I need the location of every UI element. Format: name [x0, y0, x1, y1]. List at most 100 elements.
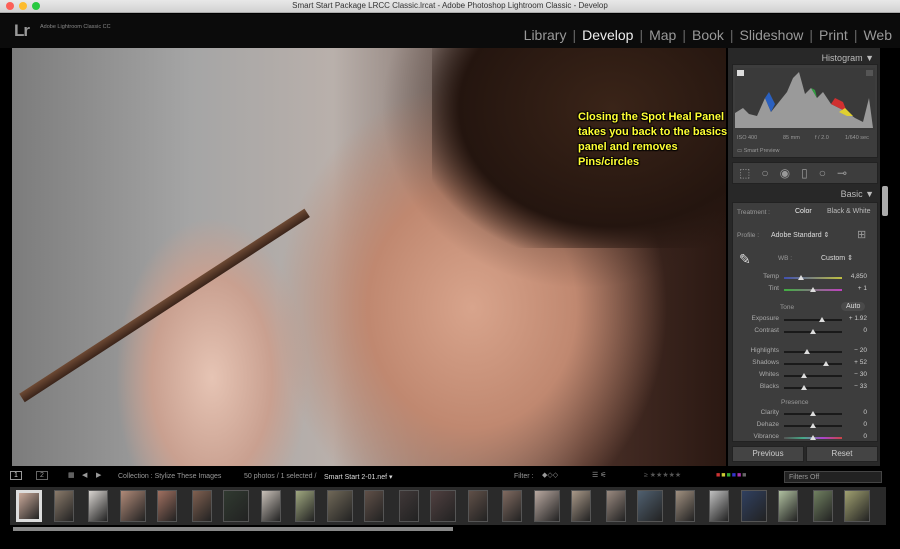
- wb-eyedropper-icon[interactable]: ✎: [739, 251, 751, 268]
- slider-thumb[interactable]: [810, 329, 816, 334]
- lightroom-logo: Lr: [14, 21, 30, 40]
- right-panel-scrollbar[interactable]: [882, 186, 888, 216]
- filmstrip-thumbnail[interactable]: [326, 490, 353, 522]
- slider-highlights[interactable]: [784, 349, 842, 354]
- slider-value[interactable]: 0: [863, 433, 867, 440]
- basic-header[interactable]: Basic ▼: [841, 189, 874, 199]
- wb-dropdown[interactable]: Custom ⇕: [821, 254, 853, 262]
- second-window-button[interactable]: 2: [36, 471, 48, 480]
- auto-tone-button[interactable]: Auto: [841, 302, 866, 311]
- module-map[interactable]: Map: [649, 27, 676, 43]
- right-panel: Histogram ▼ ISO 400 85 mm f / 2.0 1/640 …: [728, 48, 880, 466]
- filmstrip-scrollbar[interactable]: [13, 527, 453, 531]
- filmstrip-thumbnail[interactable]: [223, 490, 249, 522]
- treatment-black-white[interactable]: Black & White: [827, 208, 871, 215]
- adjustment-brush-icon[interactable]: ⊸: [837, 166, 847, 180]
- filters-off-dropdown[interactable]: Filters Off: [784, 471, 882, 483]
- slider-thumb[interactable]: [810, 435, 816, 440]
- previous-button[interactable]: Previous: [732, 446, 804, 462]
- collection-source[interactable]: Collection : Stylize These Images: [118, 473, 221, 480]
- spot-removal-icon[interactable]: ○: [761, 166, 768, 180]
- grid-icon[interactable]: ▦: [68, 471, 75, 479]
- radial-filter-icon[interactable]: ○: [819, 166, 826, 180]
- filmstrip-thumbnail[interactable]: [364, 490, 384, 522]
- filmstrip-thumbnail[interactable]: [605, 490, 626, 522]
- window-title: Smart Start Package LRCC Classic.lrcat -…: [292, 1, 608, 10]
- selected-filename[interactable]: Smart Start 2-01.nef ▾: [324, 473, 393, 481]
- slider-temp[interactable]: [784, 275, 842, 280]
- reset-button[interactable]: Reset: [806, 446, 878, 462]
- profile-browser-icon[interactable]: ⊞: [857, 228, 866, 241]
- treatment-color[interactable]: Color: [795, 208, 812, 215]
- slider-thumb[interactable]: [801, 373, 808, 378]
- filmstrip-thumbnail[interactable]: [502, 490, 522, 522]
- profile-dropdown[interactable]: Adobe Standard ⇕: [771, 231, 829, 239]
- filmstrip-thumbnail[interactable]: [260, 490, 281, 522]
- slider-contrast[interactable]: [784, 329, 842, 334]
- histogram-header[interactable]: Histogram ▼: [822, 53, 874, 63]
- filmstrip-thumbnail[interactable]: [674, 490, 695, 522]
- rating-filter-icon[interactable]: ≥ ★★★★★: [644, 471, 681, 479]
- flag-filter-icons[interactable]: ◆◇◇: [542, 471, 558, 479]
- module-web[interactable]: Web: [863, 27, 892, 43]
- filmstrip-thumbnail[interactable]: [637, 490, 663, 522]
- filmstrip-thumbnail[interactable]: [295, 490, 315, 522]
- slider-shadows[interactable]: [784, 361, 842, 366]
- filmstrip-thumbnail[interactable]: [844, 490, 870, 522]
- module-develop[interactable]: Develop: [582, 27, 633, 43]
- filmstrip-thumbnail[interactable]: [157, 490, 177, 522]
- slider-value[interactable]: + 1: [858, 285, 867, 292]
- filmstrip-thumbnail[interactable]: [119, 490, 146, 522]
- slider-value[interactable]: 4,850: [851, 273, 867, 280]
- graduated-filter-icon[interactable]: ▯: [801, 166, 808, 180]
- slider-dehaze[interactable]: [784, 423, 842, 428]
- filmstrip-thumbnail[interactable]: [709, 490, 729, 522]
- slider-value[interactable]: 0: [863, 409, 867, 416]
- slider-thumb[interactable]: [798, 275, 805, 280]
- filmstrip-thumbnail[interactable]: [88, 490, 108, 522]
- filmstrip-thumbnail[interactable]: [467, 490, 488, 522]
- filmstrip-thumbnail[interactable]: [812, 490, 833, 522]
- back-arrow-icon[interactable]: ◀: [82, 471, 87, 479]
- filmstrip-thumbnail[interactable]: [778, 490, 798, 522]
- module-library[interactable]: Library: [524, 27, 567, 43]
- slider-thumb[interactable]: [819, 317, 826, 322]
- slider-tint[interactable]: [784, 287, 842, 292]
- slider-value[interactable]: − 33: [854, 383, 867, 390]
- slider-thumb[interactable]: [804, 349, 811, 354]
- filmstrip-thumbnail[interactable]: [16, 490, 42, 522]
- slider-value[interactable]: + 52: [854, 359, 867, 366]
- slider-value[interactable]: 0: [863, 421, 867, 428]
- main-window-button[interactable]: 1: [10, 471, 22, 480]
- filmstrip-thumbnail[interactable]: [571, 490, 591, 522]
- slider-vibrance[interactable]: [784, 435, 842, 440]
- slider-blacks[interactable]: [784, 385, 842, 390]
- red-eye-icon[interactable]: ◉: [780, 166, 790, 180]
- filmstrip-thumbnail[interactable]: [533, 490, 560, 522]
- slider-thumb[interactable]: [810, 287, 816, 292]
- filmstrip-thumbnail[interactable]: [398, 490, 419, 522]
- slider-whites[interactable]: [784, 373, 842, 378]
- slider-exposure[interactable]: [784, 317, 842, 322]
- color-label-filter[interactable]: ■■■■■■: [716, 472, 747, 479]
- module-print[interactable]: Print: [819, 27, 848, 43]
- slider-value[interactable]: − 20: [854, 347, 867, 354]
- slider-clarity[interactable]: [784, 411, 842, 416]
- slider-value[interactable]: − 30: [854, 371, 867, 378]
- slider-thumb[interactable]: [823, 361, 830, 366]
- slider-thumb[interactable]: [800, 385, 807, 390]
- module-book[interactable]: Book: [692, 27, 724, 43]
- slider-value[interactable]: 0: [863, 327, 867, 334]
- slider-value[interactable]: + 1.92: [849, 315, 867, 322]
- edit-filter-icon[interactable]: ☰ ⚟: [592, 471, 607, 479]
- forward-arrow-icon[interactable]: ▶: [96, 471, 101, 479]
- slider-thumb[interactable]: [810, 411, 816, 416]
- filmstrip-thumbnail[interactable]: [740, 490, 767, 522]
- module-slideshow[interactable]: Slideshow: [740, 27, 804, 43]
- filmstrip-thumbnail[interactable]: [191, 490, 212, 522]
- crop-icon[interactable]: ⬚: [739, 166, 750, 180]
- slider-thumb[interactable]: [810, 423, 816, 428]
- filmstrip-thumbnail[interactable]: [430, 490, 456, 522]
- filmstrip-thumbnail[interactable]: [53, 490, 74, 522]
- exif-aperture: f / 2.0: [815, 135, 829, 141]
